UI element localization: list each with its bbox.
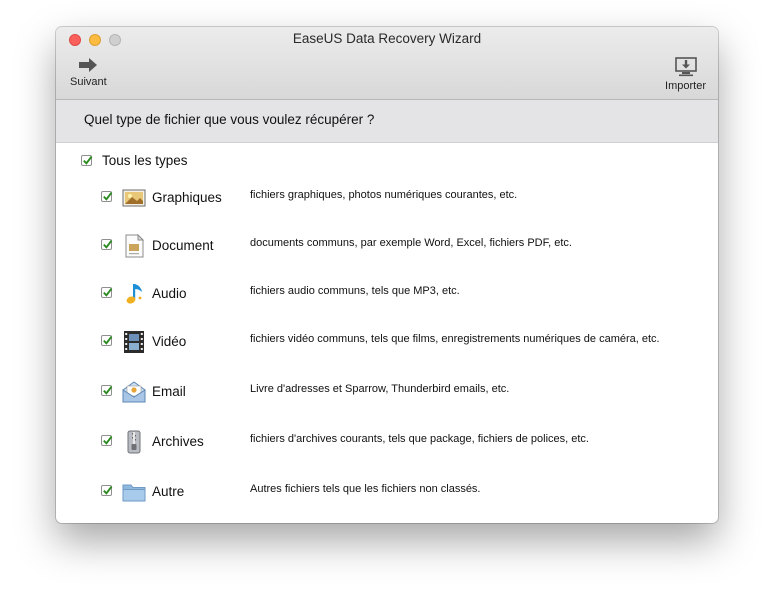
checkmark-icon	[83, 156, 93, 165]
all-types-checkbox[interactable]	[81, 155, 93, 166]
archive-icon	[127, 430, 141, 454]
document-label: Document	[152, 238, 214, 253]
music-note-icon	[126, 284, 142, 304]
archives-description: fichiers d'archives courants, tels que p…	[250, 433, 589, 445]
next-button-label: Suivant	[70, 76, 107, 88]
audio-label: Audio	[152, 286, 187, 301]
checkmark-icon	[103, 436, 113, 445]
checkmark-icon	[103, 386, 113, 395]
import-icon	[674, 57, 697, 77]
checkmark-icon	[103, 192, 113, 201]
audio-checkbox[interactable]	[101, 287, 113, 298]
email-description: Livre d'adresses et Sparrow, Thunderbird…	[250, 383, 510, 395]
arrow-right-icon	[79, 58, 98, 72]
window-title: EaseUS Data Recovery Wizard	[292, 31, 482, 46]
folder-icon	[122, 484, 146, 502]
app-window: EaseUS Data Recovery Wizard Suivant Impo…	[56, 27, 718, 523]
checkmark-icon	[103, 240, 113, 249]
file-type-row-document: Document documents communs, par exemple …	[101, 233, 701, 259]
import-button-label: Importer	[665, 80, 706, 92]
titlebar: EaseUS Data Recovery Wizard Suivant Impo…	[56, 27, 718, 100]
other-label: Autre	[152, 484, 185, 499]
envelope-icon	[122, 381, 146, 403]
email-label: Email	[152, 384, 186, 399]
graphics-checkbox[interactable]	[101, 191, 113, 202]
document-icon	[125, 233, 145, 258]
video-description: fichiers vidéo communs, tels que films, …	[250, 333, 660, 345]
film-strip-icon	[124, 331, 144, 353]
video-label: Vidéo	[152, 334, 187, 349]
graphics-icon	[122, 189, 146, 207]
next-button[interactable]: Suivant	[70, 57, 107, 88]
video-checkbox[interactable]	[101, 335, 113, 346]
file-type-row-other: Autre Autres fichiers tels que les fichi…	[101, 479, 701, 505]
file-type-row-graphics: Graphiques fichiers graphiques, photos n…	[101, 185, 701, 211]
email-checkbox[interactable]	[101, 385, 113, 396]
file-types-panel: Tous les types Graphiques fichiers graph…	[56, 143, 718, 523]
all-types-label: Tous les types	[102, 153, 188, 168]
checkmark-icon	[103, 288, 113, 297]
other-description: Autres fichiers tels que les fichiers no…	[250, 483, 481, 495]
file-type-row-email: Email Livre d'adresses et Sparrow, Thund…	[101, 379, 701, 405]
archives-checkbox[interactable]	[101, 435, 113, 446]
document-checkbox[interactable]	[101, 239, 113, 250]
audio-description: fichiers audio communs, tels que MP3, et…	[250, 285, 460, 297]
checkmark-icon	[103, 486, 113, 495]
archives-label: Archives	[152, 434, 204, 449]
graphics-description: fichiers graphiques, photos numériques c…	[250, 189, 518, 201]
import-button[interactable]: Importer	[665, 57, 706, 92]
file-type-row-video: Vidéo fichiers vidéo communs, tels que f…	[101, 329, 701, 355]
question-bar: Quel type de fichier que vous voulez réc…	[56, 100, 718, 143]
graphics-label: Graphiques	[152, 190, 222, 205]
checkmark-icon	[103, 336, 113, 345]
file-type-row-archives: Archives fichiers d'archives courants, t…	[101, 429, 701, 455]
file-type-row-audio: Audio fichiers audio communs, tels que M…	[101, 281, 701, 307]
document-description: documents communs, par exemple Word, Exc…	[250, 237, 572, 249]
other-checkbox[interactable]	[101, 485, 113, 496]
question-text: Quel type de fichier que vous voulez réc…	[84, 112, 375, 127]
